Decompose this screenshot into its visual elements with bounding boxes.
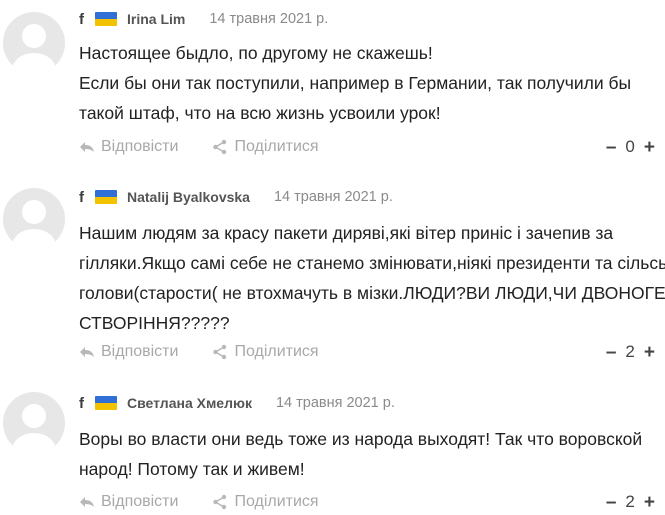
vote-score: 0 xyxy=(625,137,635,156)
comment-meta: f Natalij Byalkovska 14 травня 2021 р. xyxy=(79,187,393,207)
vote-controls: – 2 + xyxy=(606,491,655,513)
reply-label: Відповісти xyxy=(101,343,179,360)
author-name[interactable]: Светлана Хмелюк xyxy=(127,395,252,411)
reply-arrow-icon xyxy=(80,497,94,507)
facebook-icon[interactable]: f xyxy=(79,189,89,206)
share-label: Поділитися xyxy=(234,343,319,360)
reply-button[interactable]: Відповісти xyxy=(79,343,178,361)
share-button[interactable]: Поділитися xyxy=(212,493,319,511)
downvote-button[interactable]: – xyxy=(606,343,617,362)
avatar[interactable] xyxy=(3,12,65,74)
upvote-button[interactable]: + xyxy=(644,343,655,362)
author-name[interactable]: Natalij Byalkovska xyxy=(127,189,250,205)
share-icon xyxy=(213,494,227,510)
comment-date: 14 травня 2021 р. xyxy=(275,395,395,411)
comment-actions: Відповісти Поділитися – 0 + xyxy=(79,136,665,158)
comment-text: Нашим людям за красу пакети диряві,які в… xyxy=(79,223,665,333)
ukraine-flag-icon xyxy=(95,12,117,26)
comment-text: Воры во власти они ведь тоже из народа в… xyxy=(79,429,643,479)
reply-label: Відповісти xyxy=(101,138,179,155)
comment-text: Настоящее быдло, по другому не скажешь! … xyxy=(79,43,632,123)
share-button[interactable]: Поділитися xyxy=(212,138,319,156)
share-label: Поділитися xyxy=(234,138,319,155)
default-user-avatar-icon xyxy=(12,404,56,454)
ukraine-flag-icon xyxy=(95,190,117,204)
downvote-button[interactable]: – xyxy=(606,493,617,512)
ukraine-flag-icon xyxy=(95,396,117,410)
facebook-icon[interactable]: f xyxy=(79,395,89,412)
default-user-avatar-icon xyxy=(12,24,56,74)
upvote-button[interactable]: + xyxy=(644,138,655,157)
default-user-avatar-icon xyxy=(12,200,56,250)
reply-arrow-icon xyxy=(80,347,94,357)
share-button[interactable]: Поділитися xyxy=(212,343,319,361)
facebook-icon[interactable]: f xyxy=(79,11,89,28)
comment-meta: f Irina Lim 14 травня 2021 р. xyxy=(79,9,328,29)
vote-score: 2 xyxy=(625,342,635,361)
vote-score: 2 xyxy=(625,492,635,511)
vote-controls: – 2 + xyxy=(606,341,655,363)
avatar[interactable] xyxy=(3,392,65,454)
share-label: Поділитися xyxy=(234,493,319,510)
share-icon xyxy=(213,139,227,155)
share-icon xyxy=(213,344,227,360)
reply-arrow-icon xyxy=(80,142,94,152)
comment-meta: f Светлана Хмелюк 14 травня 2021 р. xyxy=(79,393,395,413)
avatar[interactable] xyxy=(3,188,65,250)
comment-actions: Відповісти Поділитися – 2 + xyxy=(79,491,665,513)
comment-actions: Відповісти Поділитися – 2 + xyxy=(79,341,665,363)
reply-button[interactable]: Відповісти xyxy=(79,493,178,511)
comment-date: 14 травня 2021 р. xyxy=(209,11,329,27)
upvote-button[interactable]: + xyxy=(644,493,655,512)
author-name[interactable]: Irina Lim xyxy=(127,11,185,27)
reply-label: Відповісти xyxy=(101,493,179,510)
reply-button[interactable]: Відповісти xyxy=(79,138,178,156)
comment-date: 14 травня 2021 р. xyxy=(273,189,393,205)
vote-controls: – 0 + xyxy=(606,136,655,158)
downvote-button[interactable]: – xyxy=(606,138,617,157)
